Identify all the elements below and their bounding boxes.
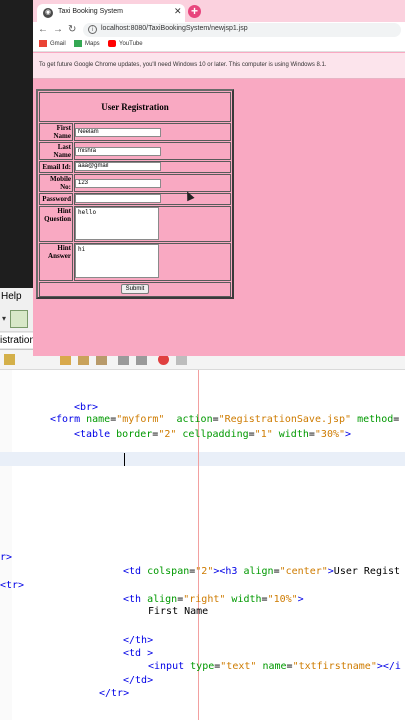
- first-name-label: First Name: [53, 124, 72, 140]
- code-line: <tr>: [0, 580, 25, 591]
- tab-title: Taxi Booking System: [58, 8, 123, 15]
- mobile-input[interactable]: 123: [75, 179, 161, 188]
- reload-icon[interactable]: ↻: [68, 24, 76, 35]
- new-tab-button[interactable]: +: [188, 5, 201, 18]
- infobar-text: To get future Google Chrome updates, you…: [39, 62, 327, 68]
- code-line: r>: [0, 552, 13, 563]
- current-line-highlight: [0, 452, 405, 466]
- bookmarks-bar: Gmail Maps YouTube: [33, 38, 405, 52]
- last-name-input[interactable]: mishra: [75, 147, 161, 156]
- password-label: Password: [42, 195, 71, 203]
- text-caret: [124, 453, 125, 466]
- code-line: <table border="2" cellpadding="1" width=…: [74, 429, 352, 440]
- tab-strip: ◉ Taxi Booking System ✕ +: [33, 0, 405, 22]
- hint-question-textarea[interactable]: hello: [75, 207, 159, 240]
- code-line: </th>: [123, 635, 154, 646]
- hint-answer-label: Hint Answer: [48, 244, 71, 260]
- bookmark-youtube[interactable]: YouTube: [108, 40, 143, 47]
- registration-table: User Registration First Name Neelam Last…: [36, 89, 234, 299]
- hint-question-label: Hint Question: [44, 207, 71, 223]
- first-name-input[interactable]: Neelam: [75, 128, 161, 137]
- code-line: <form name="myform" action="Registration…: [50, 414, 400, 425]
- info-icon[interactable]: i: [88, 25, 97, 34]
- code-line: </tr>: [99, 688, 130, 699]
- youtube-icon: [108, 40, 116, 47]
- mobile-label: Mobile No:: [50, 175, 71, 191]
- code-line: First Name: [148, 606, 209, 617]
- maps-icon: [74, 40, 82, 47]
- code-line: </td>: [123, 675, 154, 686]
- code-line: <br>: [74, 402, 99, 413]
- globe-icon: ◉: [43, 8, 53, 18]
- menu-help[interactable]: Help: [1, 291, 22, 302]
- browser-toolbar: ← → ↻ i localhost:8080/TaxiBookingSystem…: [33, 22, 405, 38]
- bookmark-gmail[interactable]: Gmail: [39, 40, 66, 47]
- forward-arrow-icon[interactable]: →: [53, 24, 63, 35]
- address-bar[interactable]: i localhost:8080/TaxiBookingSystem/newjs…: [83, 23, 401, 37]
- page-title: User Registration: [101, 102, 169, 112]
- dropdown-arrow-icon[interactable]: ▾: [2, 314, 6, 323]
- last-name-label: Last Name: [53, 143, 72, 159]
- password-input[interactable]: [75, 194, 161, 203]
- back-icon[interactable]: [4, 354, 15, 365]
- url-text: localhost:8080/TaxiBookingSystem/newjsp1…: [101, 25, 248, 32]
- close-icon[interactable]: ✕: [174, 6, 182, 17]
- fold-gutter: [0, 370, 12, 720]
- code-line: <th align="right" width="10%">: [123, 594, 304, 605]
- back-arrow-icon[interactable]: ←: [38, 24, 48, 35]
- code-line: <td colspan="2"><h3 align="center">User …: [123, 566, 401, 577]
- code-line: <input type="text" name="txtfirstname"><…: [148, 661, 401, 672]
- run-project-icon[interactable]: [10, 310, 28, 328]
- page-viewport: User Registration First Name Neelam Last…: [33, 79, 405, 356]
- chrome-window: ◉ Taxi Booking System ✕ + ← → ↻ i localh…: [33, 0, 405, 356]
- bookmark-maps[interactable]: Maps: [74, 40, 100, 47]
- submit-button[interactable]: Submit: [121, 284, 149, 294]
- update-infobar: To get future Google Chrome updates, you…: [33, 53, 405, 79]
- gmail-icon: [39, 40, 47, 47]
- code-line: <td >: [123, 648, 154, 659]
- hint-answer-textarea[interactable]: hi: [75, 244, 159, 278]
- email-input[interactable]: aaa@gmail: [75, 162, 161, 171]
- email-label: Email Id:: [42, 163, 71, 171]
- browser-tab[interactable]: ◉ Taxi Booking System ✕: [37, 4, 185, 22]
